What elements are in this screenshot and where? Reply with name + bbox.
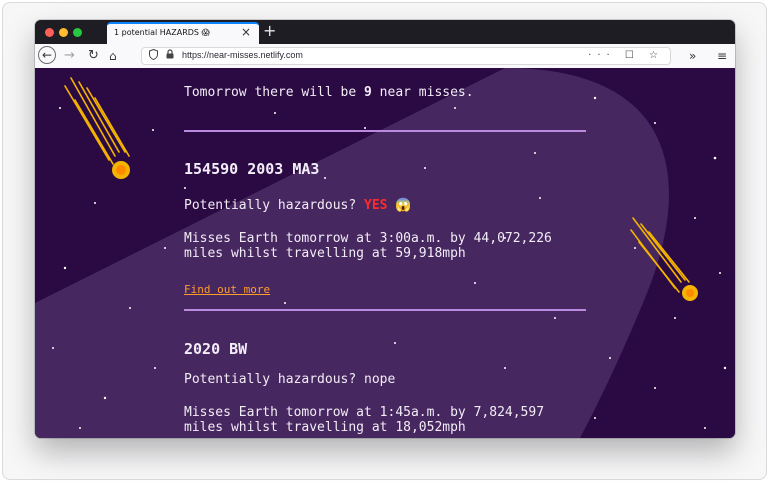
close-window-button[interactable] (45, 28, 54, 37)
tab-close-icon[interactable]: × (241, 25, 251, 39)
hazard-label: Potentially hazardous? (184, 372, 365, 387)
intro-text: Tomorrow there will be 9 near misses. (184, 85, 474, 100)
overflow-menu-icon[interactable]: » (689, 47, 696, 65)
divider (184, 130, 586, 132)
hazard-status: Potentially hazardous? nope (184, 372, 395, 387)
scream-emoji-icon: 😱 (395, 198, 412, 213)
back-icon[interactable]: ← (38, 46, 56, 64)
miss-description: Misses Earth tomorrow at 3:00a.m. by 44,… (184, 231, 552, 261)
hazard-value: nope (364, 372, 396, 387)
zoom-window-button[interactable] (73, 28, 82, 37)
reload-icon[interactable]: ↻ (88, 47, 99, 65)
find-out-more-link[interactable]: Find out more (184, 283, 270, 296)
tab-active[interactable]: 1 potential HAZARDS 😱 × (107, 22, 259, 44)
url-bar[interactable]: https://near-misses.netlify.com ··· ☐ ☆ (141, 47, 671, 65)
tab-title: 1 potential HAZARDS 😱 (114, 28, 210, 37)
lock-icon[interactable] (166, 49, 174, 64)
intro-prefix: Tomorrow there will be (184, 85, 365, 100)
forward-icon[interactable]: → (64, 47, 75, 65)
shield-icon[interactable] (149, 48, 158, 65)
browser-window: 1 potential HAZARDS 😱 × + ← → ↻ ⌂ https:… (35, 20, 735, 438)
meteor-left (64, 77, 130, 179)
intro-suffix: near misses. (371, 85, 474, 100)
divider (184, 309, 586, 311)
title-bar: 1 potential HAZARDS 😱 × + (35, 20, 735, 44)
page-actions-icon[interactable]: ··· ☐ ☆ (588, 48, 664, 64)
miss-description: Misses Earth tomorrow at 1:45a.m. by 7,8… (184, 405, 545, 435)
hazard-status: Potentially hazardous? YES 😱 (184, 198, 412, 213)
asteroid-name: 154590 2003 MA3 (184, 160, 320, 178)
hazard-value: YES (364, 198, 388, 213)
home-icon[interactable]: ⌂ (109, 47, 117, 65)
page-content: Tomorrow there will be 9 near misses. 15… (35, 68, 735, 438)
url-text[interactable]: https://near-misses.netlify.com (182, 50, 303, 60)
navigation-toolbar: ← → ↻ ⌂ https://near-misses.netlify.com … (35, 44, 735, 69)
asteroid-name: 2020 BW (184, 340, 248, 358)
new-tab-button[interactable]: + (263, 21, 276, 40)
hamburger-menu-icon[interactable]: ≡ (717, 47, 727, 65)
minimize-window-button[interactable] (59, 28, 68, 37)
hazard-label: Potentially hazardous? (184, 198, 365, 213)
intro-count: 9 (364, 85, 372, 100)
